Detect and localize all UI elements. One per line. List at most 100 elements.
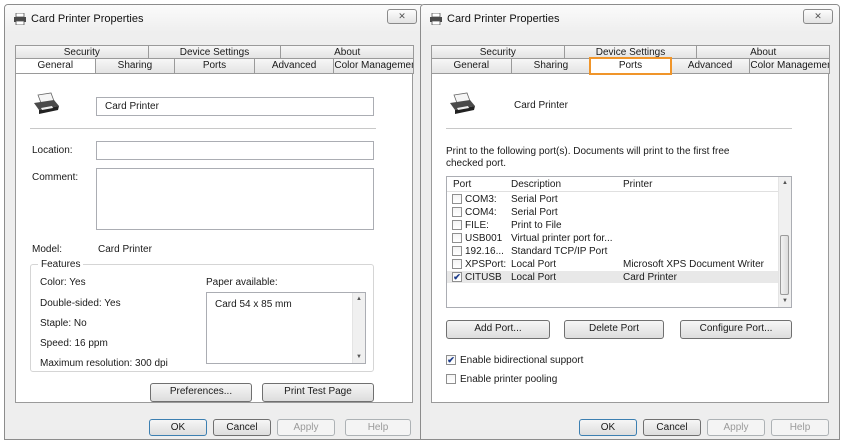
port-port: COM3: [465,194,497,205]
add-port-button[interactable]: Add Port... [446,320,550,339]
tab-about[interactable]: About [696,45,831,59]
port-row[interactable]: 192.16... Standard TCP/IP Port [447,245,779,257]
paper-option[interactable]: Card 54 x 85 mm [215,299,292,310]
feature-staple: Staple: No [40,318,87,329]
port-printer: Microsoft XPS Document Writer [623,259,764,270]
feature-color: Color: Yes [40,277,86,288]
title-bar[interactable]: Card Printer Properties ✕ [421,5,839,33]
apply-button[interactable]: Apply [277,419,335,436]
configure-port-button[interactable]: Configure Port... [680,320,792,339]
column-description[interactable]: Description [511,179,561,190]
tab-security[interactable]: Security [15,45,149,59]
printer-name: Card Printer [514,100,568,111]
close-button[interactable]: ✕ [803,9,833,24]
port-row[interactable]: ✔ CITUSB Local Port Card Printer [447,271,779,283]
close-icon: ✕ [814,11,822,21]
delete-port-button[interactable]: Delete Port [564,320,664,339]
apply-button[interactable]: Apply [707,419,765,436]
printer-icon [13,13,27,25]
tab-row-top: Security Device Settings About [431,45,831,59]
pooling-checkbox[interactable] [446,374,456,384]
port-port: 192.16... [465,246,504,257]
printer-icon [448,92,476,116]
port-printer: Card Printer [623,272,677,283]
tab-about[interactable]: About [280,45,415,59]
port-port: FILE: [465,220,489,231]
port-port: XPSPort: [465,259,507,270]
port-description: Serial Port [511,207,558,218]
port-checkbox[interactable]: ✔ [452,272,462,282]
paper-list-scrollbar[interactable]: ▲ ▼ [352,293,365,363]
tab-advanced[interactable]: Advanced [253,58,335,74]
port-port: CITUSB [465,272,502,283]
port-checkbox[interactable] [452,194,462,204]
column-printer[interactable]: Printer [623,179,652,190]
tab-sharing[interactable]: Sharing [510,58,592,74]
tab-general[interactable]: General [431,58,512,74]
window-title: Card Printer Properties [31,13,144,25]
port-row[interactable]: COM3: Serial Port [447,193,779,205]
port-row[interactable]: FILE: Print to File [447,219,779,231]
ports-list-scrollbar[interactable]: ▲ ▼ [778,177,791,307]
ports-list[interactable]: Port Description Printer COM3: Serial Por… [446,176,792,308]
feature-max-resolution: Maximum resolution: 300 dpi [40,358,168,369]
printer-name-input[interactable]: Card Printer [96,97,374,116]
help-button[interactable]: Help [771,419,829,436]
tab-ports[interactable]: Ports [174,58,255,74]
ok-button[interactable]: OK [149,419,207,436]
ok-button[interactable]: OK [579,419,637,436]
location-input[interactable] [96,141,374,160]
print-test-page-button[interactable]: Print Test Page [262,383,374,402]
port-checkbox[interactable] [452,246,462,256]
scroll-down-icon[interactable]: ▼ [353,351,365,363]
tab-color-management[interactable]: Color Management [333,58,414,74]
port-description: Standard TCP/IP Port [511,246,608,257]
port-checkbox[interactable] [452,207,462,217]
port-row[interactable]: COM4: Serial Port [447,206,779,218]
close-button[interactable]: ✕ [387,9,417,24]
scroll-up-icon[interactable]: ▲ [353,293,365,305]
location-label: Location: [32,145,73,156]
port-port: USB001 [465,233,503,244]
features-label: Features [38,259,84,270]
window-title: Card Printer Properties [447,13,560,25]
tab-sharing[interactable]: Sharing [94,58,176,74]
ports-instructions-line1: Print to the following port(s). Document… [446,146,730,157]
separator [30,128,376,129]
cancel-button[interactable]: Cancel [213,419,271,436]
port-checkbox[interactable] [452,233,462,243]
tab-row-top: Security Device Settings About [15,45,415,59]
properties-window-ports: Card Printer Properties ✕ Security Devic… [420,4,840,440]
paper-available-list[interactable]: Card 54 x 85 mm ▲ ▼ [206,292,366,364]
comment-textarea[interactable] [96,168,374,230]
port-port: COM4: [465,207,497,218]
port-row[interactable]: XPSPort: Local Port Microsoft XPS Document… [447,258,779,270]
port-checkbox[interactable] [452,259,462,269]
pooling-label: Enable printer pooling [460,374,558,385]
close-icon: ✕ [398,11,406,21]
tab-device-settings[interactable]: Device Settings [563,45,698,59]
tab-color-management[interactable]: Color Management [749,58,830,74]
help-button[interactable]: Help [345,419,411,436]
scroll-thumb[interactable] [780,235,789,295]
feature-double-sided: Double-sided: Yes [40,298,121,309]
tab-security[interactable]: Security [431,45,565,59]
bidirectional-checkbox[interactable]: ✔ [446,355,456,365]
scroll-down-icon[interactable]: ▼ [779,295,791,307]
model-label: Model: [32,244,63,255]
tab-advanced[interactable]: Advanced [669,58,751,74]
tab-device-settings[interactable]: Device Settings [147,45,282,59]
tab-general[interactable]: General [15,58,96,74]
bidirectional-label: Enable bidirectional support [460,355,584,366]
port-checkbox[interactable] [452,220,462,230]
port-description: Print to File [511,220,562,231]
title-bar[interactable]: Card Printer Properties ✕ [5,5,423,33]
tab-ports[interactable]: Ports [589,57,672,75]
comment-label: Comment: [32,172,79,183]
scroll-up-icon[interactable]: ▲ [779,177,791,189]
column-port[interactable]: Port [453,179,471,190]
port-description: Local Port [511,259,557,270]
port-row[interactable]: USB001 Virtual printer port for... [447,232,779,244]
cancel-button[interactable]: Cancel [643,419,701,436]
preferences-button[interactable]: Preferences... [150,383,252,402]
